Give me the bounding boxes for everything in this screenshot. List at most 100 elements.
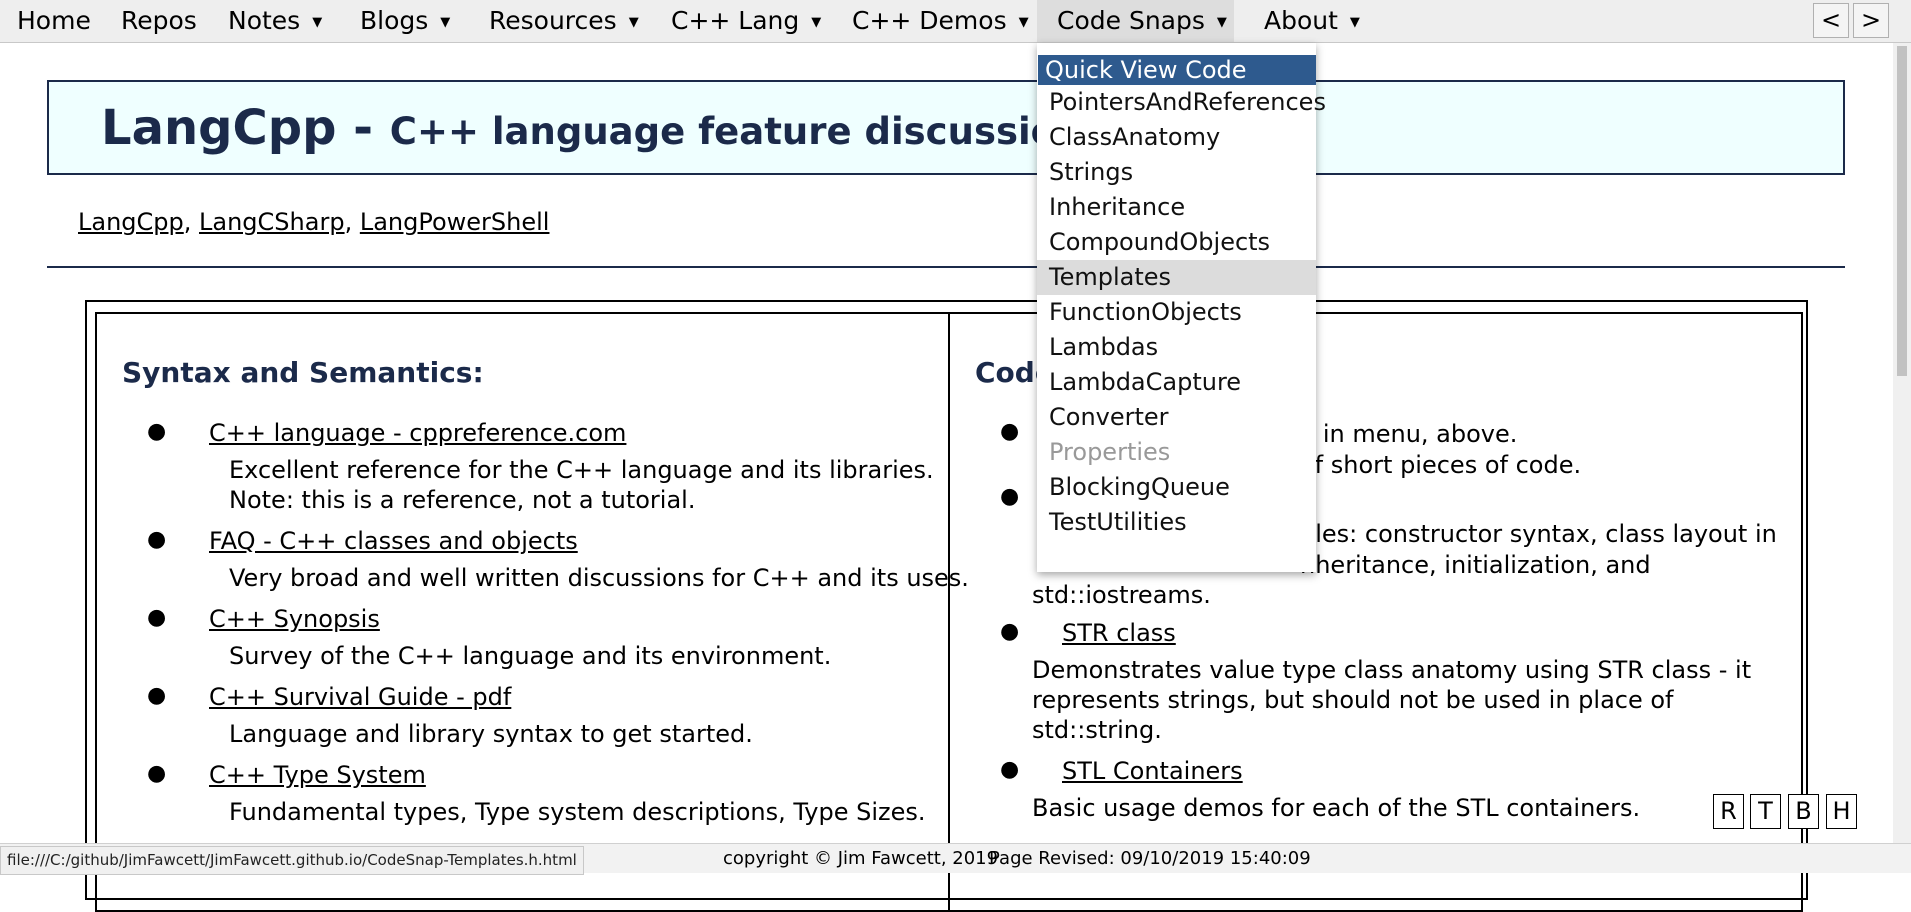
dropdown-item-function-objects[interactable]: FunctionObjects	[1037, 295, 1316, 330]
link-langpowershell[interactable]: LangPowerShell	[360, 208, 550, 236]
list-item-desc: Basic usage demos for each of the STL co…	[1032, 793, 1640, 823]
title-banner: LangCpp - C++ language feature discussio…	[47, 80, 1845, 175]
menu-repos-label: Repos	[121, 6, 197, 35]
copyright-text: copyright © Jim Fawcett, 2019	[723, 848, 999, 869]
menu-notes-label: Notes	[228, 6, 301, 35]
menu-blogs[interactable]: Blogs ▼	[360, 0, 450, 42]
status-bar-url: file:///C:/github/JimFawcett/JimFawcett.…	[0, 846, 584, 875]
dropdown-item-test-utilities[interactable]: TestUtilities	[1037, 505, 1316, 540]
list-item-desc: Demonstrates value type class anatomy us…	[1032, 655, 1751, 745]
link-separator: ,	[183, 208, 200, 236]
list-item-desc: Very broad and well written discussions …	[229, 563, 969, 593]
bullet-icon: ●	[147, 527, 167, 552]
link-langcsharp[interactable]: LangCSharp	[199, 208, 345, 236]
top-menu-bar: Home Repos Notes ▼ Blogs ▼ Resources ▼ C++ …	[0, 0, 1911, 43]
chevron-down-icon: ▼	[312, 15, 323, 30]
link-str-class[interactable]: STR class	[1062, 619, 1176, 647]
link-cppreference[interactable]: C++ language - cppreference.com	[209, 419, 626, 447]
link-cpp-type-system[interactable]: C++ Type System	[209, 761, 426, 789]
menu-cpp-demos[interactable]: C++ Demos ▼	[852, 0, 1029, 42]
menu-blogs-label: Blogs	[360, 6, 429, 35]
link-cpp-survival-guide[interactable]: C++ Survival Guide - pdf	[209, 683, 511, 711]
page-subtitle: C++ language feature discussions a	[389, 110, 1143, 153]
bullet-icon: ●	[1000, 419, 1020, 444]
page-title-main: LangCpp -	[101, 100, 390, 156]
dropdown-item-class-anatomy[interactable]: ClassAnatomy	[1037, 120, 1316, 155]
dropdown-item-strings[interactable]: Strings	[1037, 155, 1316, 190]
menu-resources-label: Resources	[489, 6, 617, 35]
corner-button-h[interactable]: H	[1826, 794, 1857, 829]
list-item-desc: Excellent reference for the C++ language…	[229, 455, 934, 515]
dropdown-item-inheritance[interactable]: Inheritance	[1037, 190, 1316, 225]
chevron-down-icon: ▼	[1349, 15, 1360, 30]
chevron-down-icon: ▼	[1018, 15, 1029, 30]
bullet-icon: ●	[147, 761, 167, 786]
menu-resources[interactable]: Resources ▼	[489, 0, 639, 42]
dropdown-item-converter[interactable]: Converter	[1037, 400, 1316, 435]
divider	[47, 266, 1845, 268]
menu-cpp-demos-label: C++ Demos	[852, 6, 1007, 35]
page-revised-text: Page Revised: 09/10/2019 15:40:09	[989, 848, 1311, 869]
list-item-desc: Language and library syntax to get start…	[229, 719, 753, 749]
section-title: Syntax and Semantics:	[122, 356, 484, 389]
dropdown-item-templates[interactable]: Templates	[1037, 260, 1316, 295]
link-langcpp[interactable]: LangCpp	[78, 208, 184, 236]
scrollbar-thumb[interactable]	[1897, 46, 1907, 376]
text-fragment: n in menu, above.	[1300, 420, 1518, 448]
chevron-down-icon: ▼	[440, 15, 451, 30]
menu-repos[interactable]: Repos	[121, 0, 197, 42]
dropdown-item-blocking-queue[interactable]: BlockingQueue	[1037, 470, 1316, 505]
bullet-icon: ●	[1000, 757, 1020, 782]
dropdown-item-properties: Properties	[1049, 438, 1171, 466]
dropdown-header[interactable]: Quick View Code	[1038, 55, 1316, 85]
desc-line: Note: this is a reference, not a tutoria…	[229, 486, 696, 514]
dropdown-item-pointers-and-references[interactable]: PointersAndReferences	[1037, 85, 1326, 120]
language-links: LangCpp, LangCSharp, LangPowerShell	[78, 208, 549, 236]
bullet-icon: ●	[1000, 619, 1020, 644]
chevron-down-icon: ▼	[1216, 15, 1227, 30]
syntax-semantics-cell: Syntax and Semantics: ● C++ language - c…	[95, 312, 969, 912]
link-stl-containers[interactable]: STL Containers	[1062, 757, 1243, 785]
menu-home[interactable]: Home	[17, 0, 91, 42]
menu-code-snaps-label: Code Snaps	[1057, 6, 1205, 35]
menu-cpp-lang-label: C++ Lang	[671, 6, 800, 35]
page-title: LangCpp - C++ language feature discussio…	[101, 100, 1142, 156]
code-snaps-dropdown: Quick View Code PointersAndReferences Cl…	[1037, 43, 1326, 572]
link-separator: ,	[344, 208, 360, 236]
text-fragment: ples: constructor syntax, class layout i…	[1300, 520, 1777, 548]
desc-line: Basic usage demos for each of the STL co…	[1032, 794, 1641, 822]
menu-about[interactable]: About ▼	[1264, 0, 1360, 42]
menu-cpp-lang[interactable]: C++ Lang ▼	[671, 0, 821, 42]
prev-page-button[interactable]: <	[1813, 3, 1849, 38]
desc-line: Survey of the C++ language and its envir…	[229, 642, 832, 670]
corner-button-t[interactable]: T	[1750, 794, 1781, 829]
chevron-down-icon: ▼	[628, 15, 639, 30]
dropdown-item-lambda-capture[interactable]: LambdaCapture	[1037, 365, 1316, 400]
list-item-desc: Survey of the C++ language and its envir…	[229, 641, 831, 671]
bullet-icon: ●	[1000, 484, 1020, 509]
dropdown-item-compound-objects[interactable]: CompoundObjects	[1037, 225, 1316, 260]
text-fragment: nheritance, initialization, and	[1300, 551, 1651, 579]
next-page-button[interactable]: >	[1853, 3, 1889, 38]
desc-line: Very broad and well written discussions …	[229, 564, 969, 592]
list-item-desc: Fundamental types, Type system descripti…	[229, 797, 926, 827]
link-faq-classes[interactable]: FAQ - C++ classes and objects	[209, 527, 578, 555]
desc-line: represents strings, but should not be us…	[1032, 686, 1674, 714]
menu-about-label: About	[1264, 6, 1338, 35]
chevron-down-icon: ▼	[811, 15, 822, 30]
desc-line: Excellent reference for the C++ language…	[229, 456, 934, 484]
desc-line: Language and library syntax to get start…	[229, 720, 753, 748]
text-fragment: of short pieces of code.	[1300, 451, 1582, 479]
menu-notes[interactable]: Notes ▼	[228, 0, 322, 42]
desc-line: std::string.	[1032, 716, 1162, 744]
content-table: Syntax and Semantics: ● C++ language - c…	[85, 300, 1808, 912]
corner-button-r[interactable]: R	[1713, 794, 1744, 829]
dropdown-item-lambdas[interactable]: Lambdas	[1037, 330, 1316, 365]
menu-code-snaps[interactable]: Code Snaps ▼	[1037, 0, 1234, 42]
bullet-icon: ●	[147, 683, 167, 708]
corner-button-b[interactable]: B	[1788, 794, 1819, 829]
bullet-icon: ●	[147, 605, 167, 630]
desc-line: Fundamental types, Type system descripti…	[229, 798, 926, 826]
link-cpp-synopsis[interactable]: C++ Synopsis	[209, 605, 380, 633]
bullet-icon: ●	[147, 419, 167, 444]
